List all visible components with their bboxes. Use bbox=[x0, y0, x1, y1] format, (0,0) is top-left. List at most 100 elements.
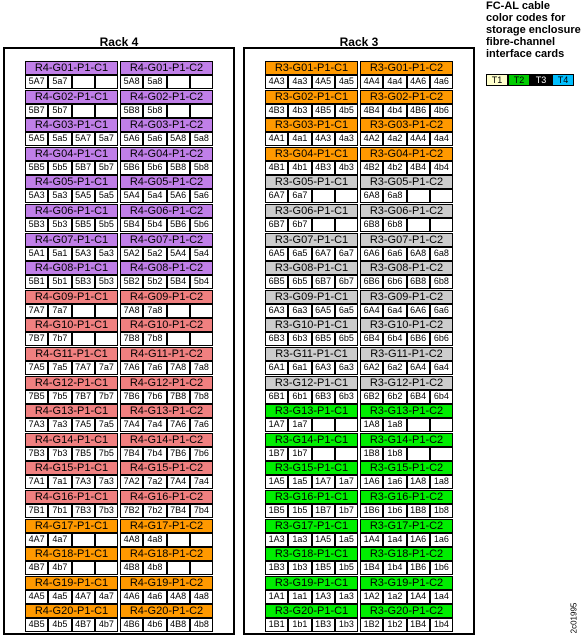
port-cell bbox=[429, 446, 453, 461]
port-cell: 5B7 bbox=[25, 103, 49, 118]
port-cell: 4a4 bbox=[429, 132, 453, 147]
port-cell: 7B2 bbox=[120, 504, 144, 518]
card-label: R3-G08-P1-C1 bbox=[265, 261, 358, 276]
port-cell: 4a8 bbox=[143, 532, 167, 547]
port-cell: 7B8 bbox=[120, 332, 144, 347]
card-label: R3-G15-P1-C1 bbox=[265, 461, 358, 476]
card-label: R4-G01-P1-C2 bbox=[120, 61, 213, 75]
port-cell: 5b6 bbox=[143, 160, 167, 175]
port-cell: 7b6 bbox=[189, 446, 213, 461]
card-label: R3-G11-P1-C1 bbox=[265, 347, 358, 361]
port-cell: 5A1 bbox=[25, 246, 49, 261]
port-cell: 6b5 bbox=[288, 275, 312, 290]
port-cell: 4b1 bbox=[288, 160, 312, 175]
port-cell: 1A4 bbox=[406, 589, 430, 604]
port-cell: 6b3 bbox=[288, 332, 312, 347]
port-cell bbox=[429, 218, 453, 232]
card-label: R4-G09-P1-C2 bbox=[120, 289, 213, 304]
port-cell: 5A7 bbox=[71, 132, 95, 147]
port-cell: 7B7 bbox=[25, 332, 49, 347]
port-cell: 5A6 bbox=[166, 189, 190, 204]
port-cell: 1B5 bbox=[311, 561, 335, 576]
port-cell: 5a3 bbox=[48, 189, 72, 204]
legend-title-line: color codes for bbox=[486, 12, 566, 24]
port-cell: 7a6 bbox=[189, 418, 213, 433]
port-cell: 5A5 bbox=[25, 132, 49, 147]
port-cell: 4B4 bbox=[406, 160, 430, 175]
port-cell: 5b8 bbox=[143, 103, 167, 118]
port-cell: 4B5 bbox=[25, 618, 49, 633]
card-label: R4-G13-P1-C1 bbox=[25, 404, 118, 419]
port-cell: 5a4 bbox=[189, 246, 213, 261]
port-cell: 1B3 bbox=[311, 618, 335, 633]
port-cell: 5b8 bbox=[189, 160, 213, 175]
port-cell: 4a3 bbox=[288, 75, 312, 89]
port-cell: 4A4 bbox=[406, 132, 430, 147]
legend-title-line: interface cards bbox=[486, 48, 565, 60]
port-cell: 7A4 bbox=[166, 475, 190, 490]
port-cell: 6A3 bbox=[265, 303, 289, 318]
port-cell: 6B4 bbox=[406, 389, 430, 404]
port-cell: 5A2 bbox=[120, 246, 144, 261]
port-cell: 6b8 bbox=[383, 218, 407, 232]
port-cell: 7B3 bbox=[25, 446, 49, 461]
port-cell: 7b3 bbox=[48, 446, 72, 461]
port-cell: 4B6 bbox=[406, 103, 430, 118]
port-cell: 1A6 bbox=[406, 532, 430, 547]
port-cell: 7a7 bbox=[94, 361, 118, 375]
port-cell: 4A2 bbox=[360, 132, 384, 147]
port-cell: 4b2 bbox=[383, 160, 407, 175]
port-cell bbox=[166, 532, 190, 547]
port-cell: 5B7 bbox=[71, 160, 95, 175]
card-label: R3-G18-P1-C2 bbox=[360, 547, 453, 562]
port-cell: 4A5 bbox=[311, 75, 335, 89]
port-cell: 7A6 bbox=[166, 418, 190, 433]
port-cell: 6b6 bbox=[429, 332, 453, 347]
port-cell bbox=[406, 218, 430, 232]
port-cell: 7b5 bbox=[94, 446, 118, 461]
port-cell: 5b5 bbox=[48, 160, 72, 175]
port-cell: 7B8 bbox=[166, 389, 190, 404]
port-cell: 4a4 bbox=[383, 75, 407, 89]
port-cell: 5b2 bbox=[143, 275, 167, 290]
card-label: R3-G03-P1-C2 bbox=[360, 118, 453, 133]
port-cell: 6a3 bbox=[288, 303, 312, 318]
port-cell: 5a1 bbox=[48, 246, 72, 261]
port-cell: 5A3 bbox=[25, 189, 49, 204]
port-cell: 6b4 bbox=[429, 389, 453, 404]
card-label: R3-G09-P1-C1 bbox=[265, 289, 358, 304]
port-cell bbox=[311, 418, 335, 433]
port-cell: 7A5 bbox=[71, 418, 95, 433]
port-cell: 5a7 bbox=[94, 132, 118, 147]
port-cell: 4A4 bbox=[360, 75, 384, 89]
port-cell: 4a6 bbox=[429, 75, 453, 89]
port-cell: 1b6 bbox=[429, 561, 453, 576]
port-cell: 1B5 bbox=[265, 504, 289, 518]
card-label: R4-G17-P1-C1 bbox=[25, 518, 118, 533]
card-label: R3-G01-P1-C2 bbox=[360, 61, 453, 75]
port-cell: 7A7 bbox=[25, 303, 49, 318]
port-cell: 4b8 bbox=[143, 561, 167, 576]
port-cell: 4B7 bbox=[25, 561, 49, 576]
card-label: R3-G05-P1-C2 bbox=[360, 175, 453, 190]
port-cell: 1a2 bbox=[383, 589, 407, 604]
port-cell: 7B4 bbox=[166, 504, 190, 518]
port-cell: 7a6 bbox=[143, 361, 167, 375]
port-cell: 7a5 bbox=[94, 418, 118, 433]
port-cell: 6A2 bbox=[360, 361, 384, 375]
card-label: R4-G15-P1-C2 bbox=[120, 461, 213, 476]
card-label: R3-G17-P1-C1 bbox=[265, 518, 358, 533]
port-cell: 7a3 bbox=[48, 418, 72, 433]
card-label: R4-G19-P1-C1 bbox=[25, 575, 118, 590]
card-label: R3-G11-P1-C2 bbox=[360, 347, 453, 361]
port-cell: 7a1 bbox=[48, 475, 72, 490]
port-cell: 4a7 bbox=[94, 589, 118, 604]
port-cell: 7a8 bbox=[143, 303, 167, 318]
port-cell: 7b8 bbox=[189, 389, 213, 404]
port-cell: 6A5 bbox=[265, 246, 289, 261]
port-cell: 5a7 bbox=[48, 75, 72, 89]
port-cell bbox=[311, 189, 335, 204]
port-cell: 5B6 bbox=[166, 218, 190, 232]
port-cell: 5b4 bbox=[189, 275, 213, 290]
port-cell: 5a4 bbox=[143, 189, 167, 204]
